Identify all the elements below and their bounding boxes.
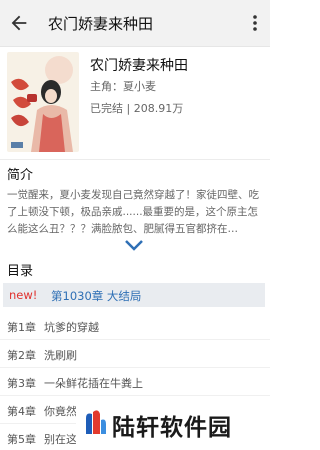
chapter-item[interactable]: 第1章 坑爹的穿越 [7,319,99,335]
chapter-item[interactable]: 第3章 一朵鲜花插在牛粪上 [7,375,143,391]
intro-heading: 简介 [7,168,34,183]
chapter-name: 你竟然 [44,405,77,418]
row-divider [0,395,270,396]
chapter-number: 第3章 [7,377,36,390]
new-badge: new! [9,288,38,302]
toc-heading: 目录 [7,264,34,279]
chapter-number: 第4章 [7,405,36,418]
chapter-name: 一朵鲜花插在牛粪上 [44,377,143,390]
back-arrow-icon[interactable] [8,12,30,34]
chapter-item[interactable]: 第2章 洗刷刷 [7,347,77,363]
chapter-item[interactable]: 第4章 你竟然 [7,403,77,419]
book-author: 主角：夏小麦 [90,80,156,93]
chapter-name: 坑爹的穿越 [44,321,99,334]
book-cover[interactable] [7,52,79,152]
chapter-item[interactable]: 第5章 别在这 [7,431,77,447]
chapter-number: 第5章 [7,433,36,446]
latest-chapter-link[interactable]: 第1030章 大结局 [51,288,141,304]
watermark-text: 陆轩软件园 [112,415,232,441]
book-title: 农门娇妻来种田 [90,58,188,74]
row-divider [0,339,270,340]
divider [0,159,270,160]
book-status: 已完结 | 208.91万 [90,102,184,115]
page-title: 农门娇妻来种田 [48,15,154,33]
book-cover-art [7,52,79,152]
chapter-number: 第2章 [7,349,36,362]
intro-text[interactable]: 一觉醒来，夏小麦发现自己竟然穿越了！家徒四壁、吃了上顿没下顿，极品亲戚.....… [7,187,265,239]
app-bar: 农门娇妻来种田 [0,0,270,47]
more-vert-icon[interactable] [252,14,258,32]
chapter-number: 第1章 [7,321,36,334]
chevron-down-icon[interactable] [124,239,144,251]
chapter-name: 洗刷刷 [44,349,77,362]
row-divider [0,367,270,368]
chapter-name: 别在这 [44,433,77,446]
watermark-logo-icon [86,410,106,434]
